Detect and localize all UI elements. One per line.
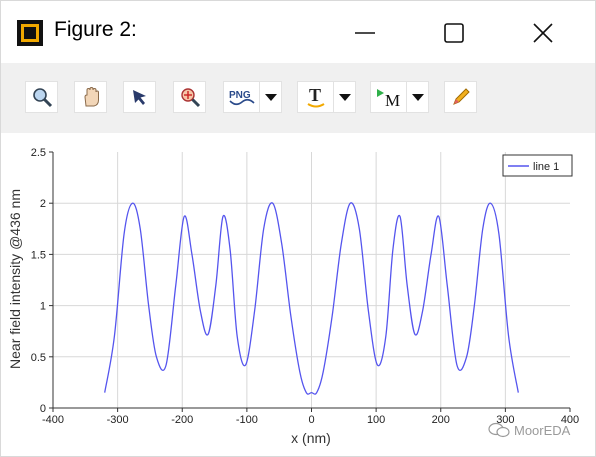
- x-tick-label: -200: [171, 414, 193, 426]
- chevron-down-icon: [338, 94, 351, 101]
- x-tick-label: -300: [107, 414, 129, 426]
- y-tick-label: 2: [40, 198, 46, 210]
- close-icon: [533, 23, 553, 43]
- y-tick-label: 2.5: [31, 147, 46, 159]
- x-tick-label: 200: [432, 414, 450, 426]
- y-tick-label: 0.5: [31, 352, 46, 364]
- figure-window: Figure 2: PNG T M -400 -300 -200 -100 0 …: [0, 0, 596, 457]
- svg-text:M: M: [385, 91, 400, 109]
- export-dropdown-arrow[interactable]: [260, 82, 281, 112]
- wechat-icon: [488, 422, 510, 438]
- arrow-cursor-icon: [132, 90, 146, 105]
- watermark: MoorEDA: [488, 422, 570, 438]
- app-icon: [17, 20, 43, 46]
- pan-button[interactable]: [74, 81, 107, 113]
- x-tick-label: 100: [367, 414, 385, 426]
- maximize-button[interactable]: [432, 13, 476, 53]
- close-button[interactable]: [521, 13, 565, 53]
- marker-button[interactable]: M: [370, 81, 429, 113]
- y-tick-label: 1.5: [31, 249, 46, 261]
- text-button[interactable]: T: [297, 81, 356, 113]
- magnifier-icon: [32, 88, 52, 108]
- title-bar: Figure 2:: [1, 1, 595, 63]
- pencil-icon: [452, 88, 470, 105]
- window-title: Figure 2:: [54, 18, 137, 41]
- watermark-text: MoorEDA: [514, 422, 571, 438]
- toolbar: PNG T M: [1, 63, 595, 133]
- x-tick-label: 0: [308, 414, 314, 426]
- maximize-icon: [444, 23, 464, 43]
- x-axis-label: x (nm): [291, 430, 331, 446]
- x-tick-label: -100: [236, 414, 258, 426]
- minimize-icon: [355, 32, 375, 34]
- zoom-reset-icon: [180, 88, 200, 108]
- zoom-button[interactable]: [25, 81, 58, 113]
- export-png-button[interactable]: PNG: [223, 81, 282, 113]
- legend-label: line 1: [533, 161, 559, 173]
- minimize-button[interactable]: [343, 13, 387, 53]
- marker-icon: M: [371, 82, 406, 112]
- y-tick-label: 1: [40, 301, 46, 313]
- legend: line 1: [502, 154, 573, 177]
- y-tick-label: 0: [40, 403, 46, 415]
- text-dropdown-arrow[interactable]: [334, 82, 355, 112]
- text-icon: T: [298, 82, 333, 112]
- png-icon: PNG: [224, 82, 259, 112]
- x-tick-label: -400: [42, 414, 64, 426]
- line-chart[interactable]: -400 -300 -200 -100 0 100 200 300 40000.511.522.…: [1, 133, 595, 456]
- select-button[interactable]: [123, 81, 156, 113]
- marker-dropdown-arrow[interactable]: [407, 82, 428, 112]
- chevron-down-icon: [411, 94, 424, 101]
- y-axis-label: Near field intensity @436 nm: [7, 189, 23, 369]
- hand-icon: [83, 86, 99, 107]
- edit-button[interactable]: [444, 81, 477, 113]
- reset-zoom-button[interactable]: [173, 81, 206, 113]
- svg-text:T: T: [309, 85, 321, 105]
- chevron-down-icon: [264, 94, 277, 101]
- plot-area: -400 -300 -200 -100 0 100 200 300 400 0 0.5 1 1.5 2 2.…: [1, 133, 595, 456]
